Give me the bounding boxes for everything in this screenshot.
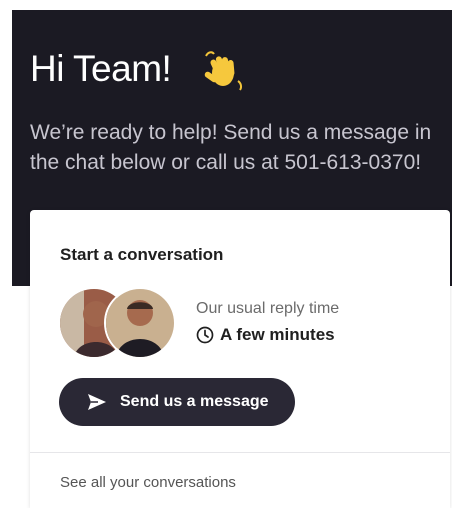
divider <box>30 452 450 453</box>
waving-hand-icon <box>204 51 243 91</box>
reply-time: A few minutes <box>196 324 335 346</box>
intro-text: We’re ready to help! Send us a message i… <box>30 121 432 174</box>
send-button-label: Send us a message <box>120 393 269 410</box>
avatar <box>104 287 176 359</box>
see-all-conversations-link[interactable]: See all your conversations <box>60 474 236 491</box>
send-message-button[interactable]: Send us a message <box>59 378 295 426</box>
team-avatars <box>58 287 178 359</box>
send-icon <box>88 394 106 410</box>
card-title: Start a conversation <box>60 245 224 264</box>
person-icon <box>106 289 174 357</box>
conversation-card: Start a conversation Our usual reply tim… <box>30 210 450 508</box>
clock-icon <box>196 326 214 344</box>
reply-time-label: Our usual reply time <box>196 300 340 317</box>
reply-time-value: A few minutes <box>220 325 335 344</box>
greeting-heading: Hi Team! <box>30 48 172 89</box>
